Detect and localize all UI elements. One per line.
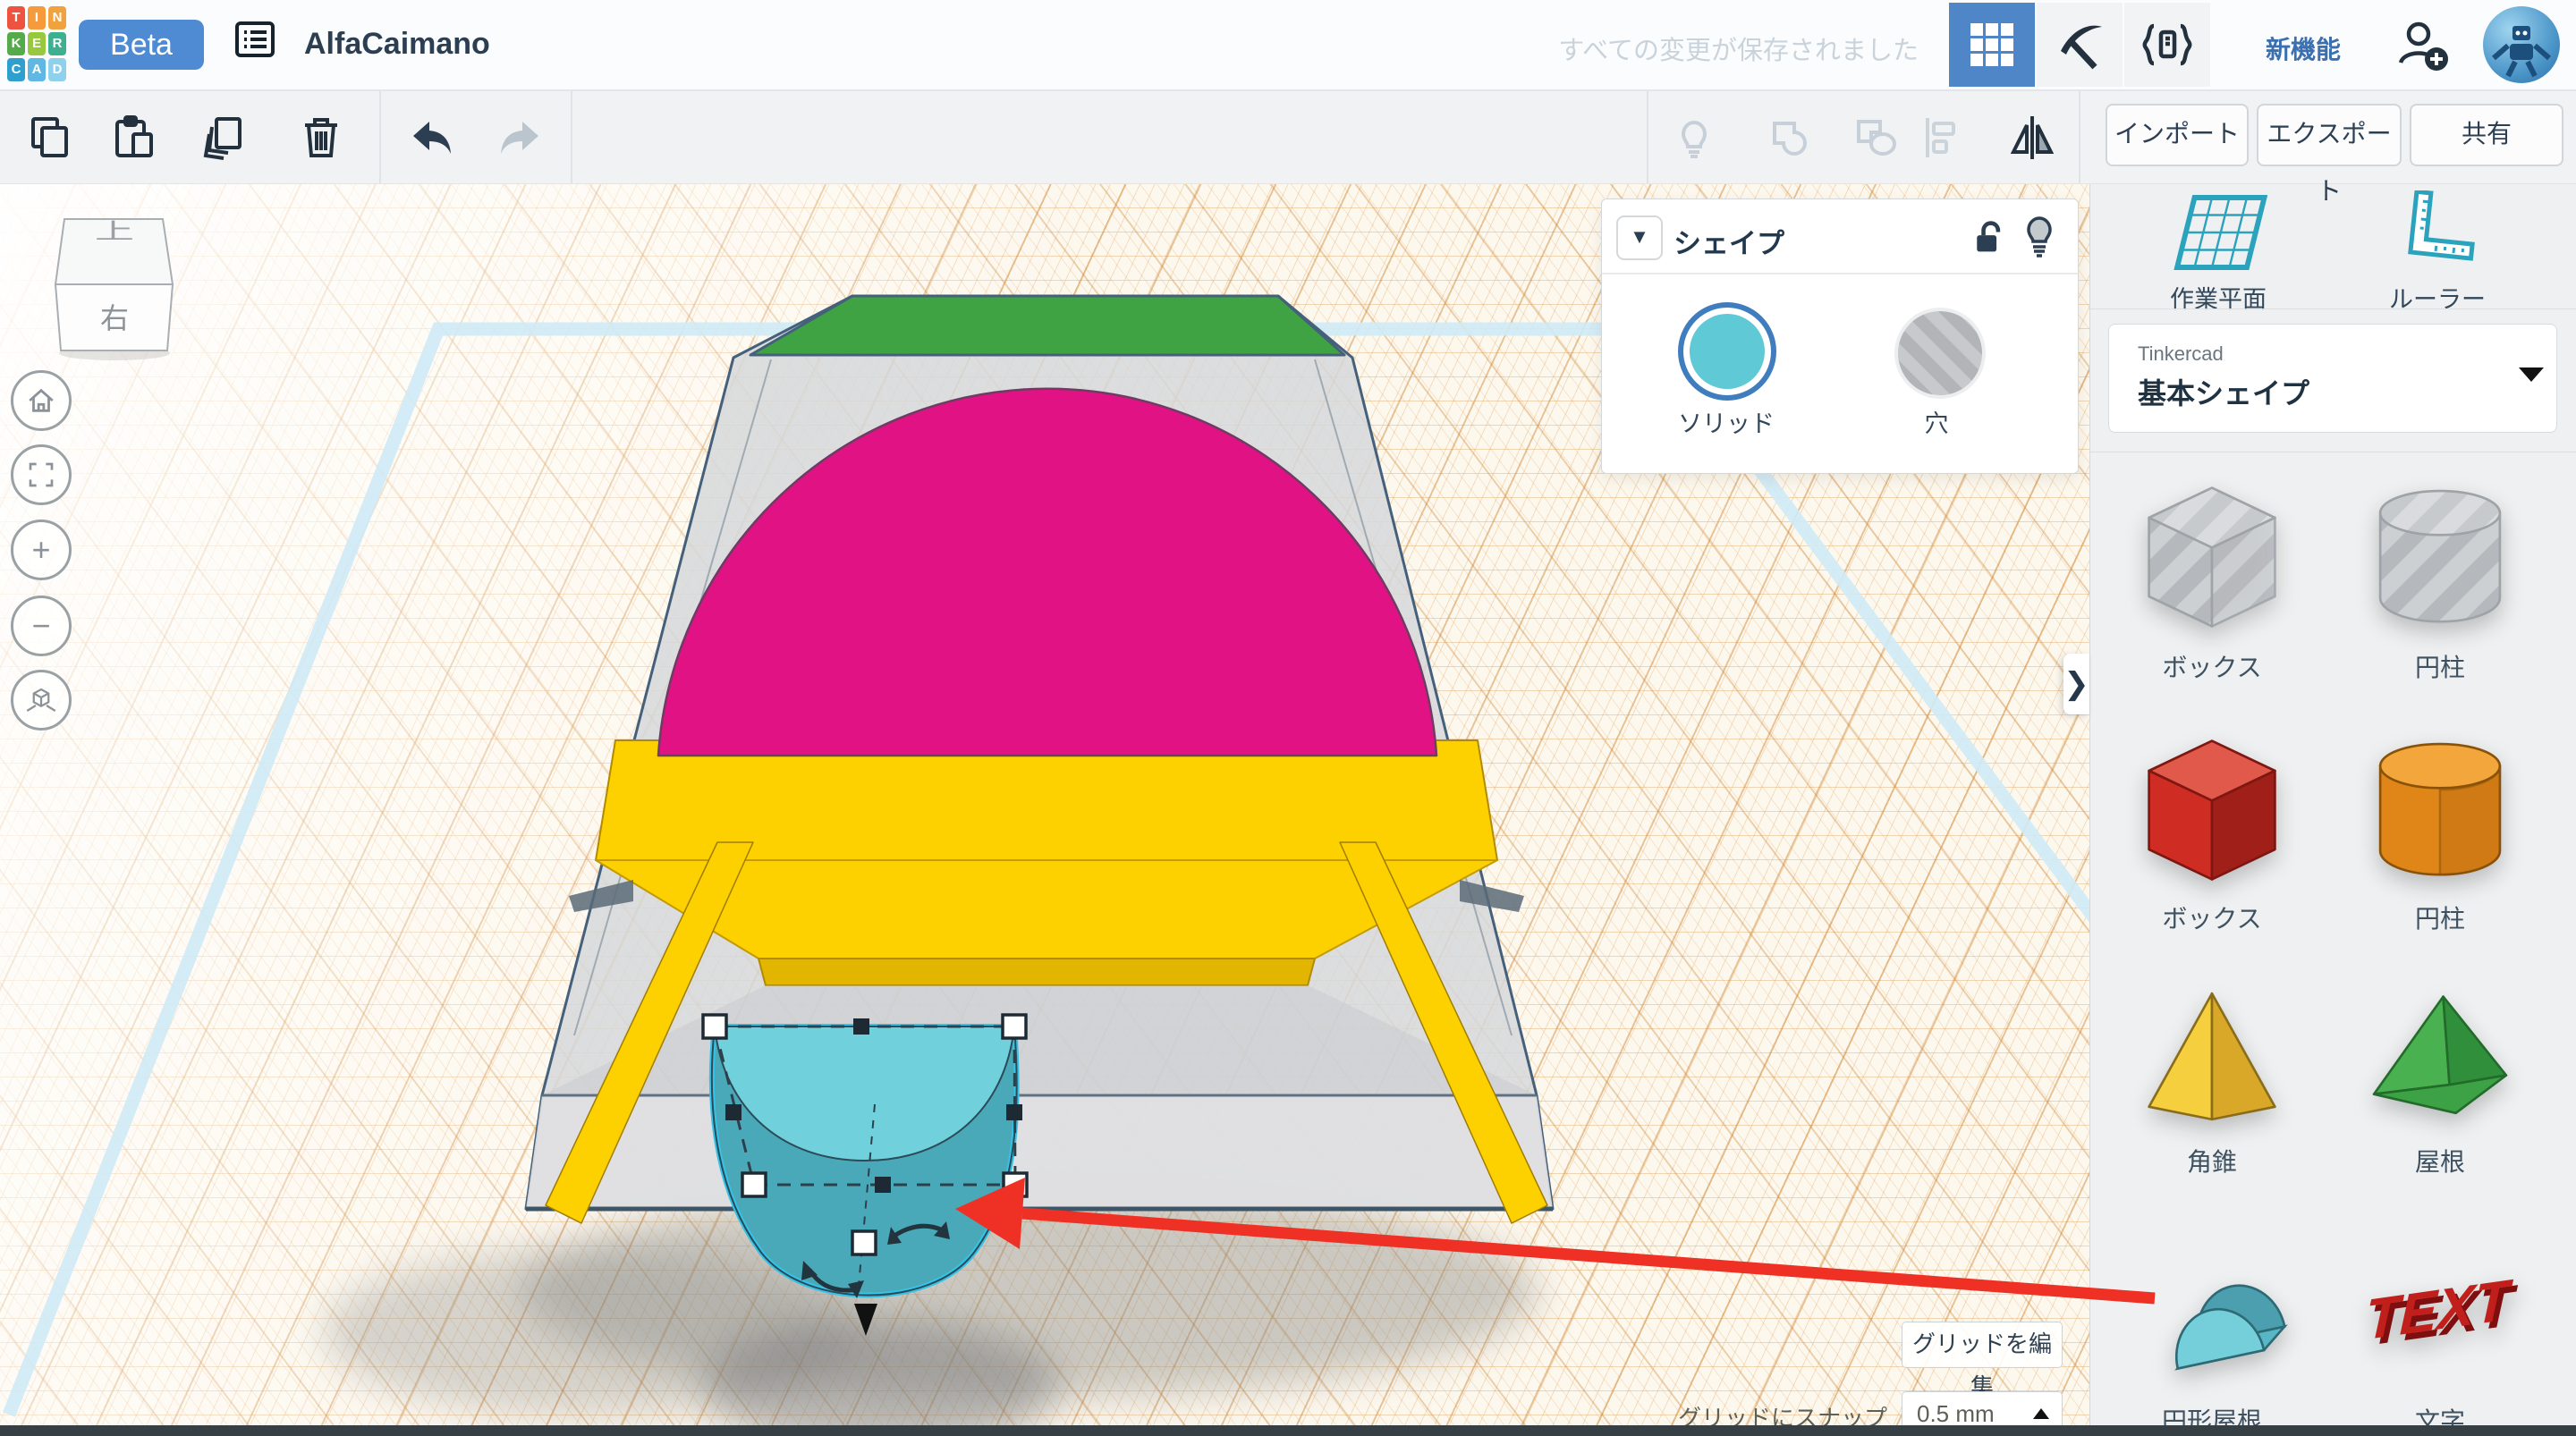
add-user-icon[interactable] (2394, 16, 2451, 73)
share-button[interactable]: 共有 (2410, 104, 2563, 166)
ungroup-button[interactable] (1853, 114, 1900, 161)
divider (2090, 308, 2576, 309)
divider (379, 91, 381, 183)
lightbulb-icon[interactable] (2021, 214, 2058, 258)
view-cube[interactable]: 上 右 (45, 210, 188, 362)
shape-label: 円柱 (2333, 648, 2547, 684)
duplicate-button[interactable] (200, 114, 247, 161)
solid-swatch (1690, 314, 1765, 389)
hole-label: 穴 (1847, 404, 2026, 439)
toolbar: インポート エクスポート 共有 (0, 91, 2576, 184)
shape-library-sidebar: 作業平面 ルーラー Tinkercad 基本シェイプ (2089, 183, 2576, 1436)
shape-text[interactable]: TEXT TEXT (2361, 1231, 2519, 1389)
group-button[interactable] (1767, 114, 1814, 161)
design-title[interactable]: AlfaCaimano (304, 27, 490, 62)
zoom-out-button[interactable]: − (11, 596, 72, 656)
code-braces-icon (2141, 19, 2193, 71)
unlock-icon[interactable] (1970, 217, 2006, 257)
shape-hole-box[interactable] (2133, 478, 2291, 636)
codeblocks-button[interactable] (2124, 3, 2210, 87)
workplane-label: 作業平面 (2111, 280, 2326, 315)
inspector-header: ▼ シェイプ (1602, 199, 2078, 275)
bottom-hint-strip (0, 1425, 2576, 1436)
shape-round-roof[interactable] (2133, 1231, 2291, 1389)
delete-button[interactable] (298, 114, 344, 161)
home-view-button[interactable] (11, 370, 72, 431)
shape-pyramid[interactable] (2133, 981, 2291, 1138)
blocks-editor-button[interactable] (1949, 3, 2035, 87)
shape-hole-cylinder[interactable] (2361, 478, 2519, 636)
perspective-toggle-button[interactable] (11, 670, 72, 731)
header-bar: TIN KER CAD Beta AlfaCaimano すべての変更が保存され… (0, 0, 2576, 91)
shape-label: 円柱 (2333, 900, 2547, 935)
shape-cylinder[interactable] (2361, 731, 2519, 889)
workplane-icon[interactable] (2169, 192, 2267, 278)
hole-mode-button[interactable] (1894, 308, 1986, 399)
shape-box[interactable] (2133, 731, 2291, 889)
inspector-title: シェイプ (1674, 221, 1784, 261)
beta-badge[interactable]: Beta (79, 20, 204, 70)
whats-new-link[interactable]: 新機能 (2250, 30, 2357, 66)
collapse-panel-button[interactable]: ▼ (1616, 215, 1663, 260)
chevron-down-icon (2519, 367, 2544, 382)
solid-mode-button[interactable] (1678, 302, 1776, 401)
copy-button[interactable] (27, 114, 73, 161)
grid-icon (1969, 21, 2015, 68)
divider (1647, 91, 1648, 183)
edit-grid-button[interactable]: グリッドを編集 (1902, 1322, 2063, 1368)
redo-button[interactable] (497, 114, 544, 161)
divider (571, 91, 572, 183)
library-kicker: Tinkercad (2138, 342, 2224, 366)
solid-label: ソリッド (1637, 404, 1816, 439)
library-title: 基本シェイプ (2138, 371, 2309, 412)
tinkercad-editor: TIN KER CAD Beta AlfaCaimano すべての変更が保存され… (0, 0, 2576, 1436)
undo-button[interactable] (408, 114, 454, 161)
sidebar-collapse-button[interactable]: ❯ (2063, 654, 2089, 714)
avatar[interactable] (2483, 6, 2560, 83)
shape-label: ボックス (2105, 648, 2319, 684)
zoom-in-button[interactable]: + (11, 519, 72, 580)
fit-view-button[interactable] (11, 444, 72, 505)
divider (2079, 91, 2080, 183)
tinkercad-logo[interactable]: TIN KER CAD (7, 6, 68, 85)
snap-grid-value: 0.5 mm (1917, 1400, 1995, 1428)
shape-roof[interactable] (2361, 981, 2519, 1138)
shape-label: 屋根 (2333, 1143, 2547, 1178)
chevron-up-icon (2033, 1408, 2049, 1419)
design-menu-icon[interactable] (234, 21, 275, 58)
save-status: すべての変更が保存されました (1558, 30, 1919, 67)
import-button[interactable]: インポート (2106, 104, 2249, 166)
pickaxe-icon (2054, 19, 2106, 71)
shape-label: ボックス (2105, 900, 2319, 935)
ruler-label: ルーラー (2330, 280, 2545, 315)
export-button[interactable]: エクスポート (2257, 104, 2402, 166)
mirror-button[interactable] (2009, 114, 2055, 161)
cube-top-label[interactable]: 上 (95, 219, 134, 243)
bricks-mode-button[interactable] (2037, 3, 2123, 87)
cube-front-label[interactable]: 右 (100, 302, 129, 334)
shape-label: 角錐 (2105, 1143, 2319, 1178)
paste-button[interactable] (110, 114, 157, 161)
light-toggle-button[interactable] (1671, 114, 1717, 161)
align-button[interactable] (1919, 114, 1966, 161)
ruler-icon[interactable] (2393, 190, 2482, 280)
library-selector[interactable]: Tinkercad 基本シェイプ (2108, 324, 2557, 433)
